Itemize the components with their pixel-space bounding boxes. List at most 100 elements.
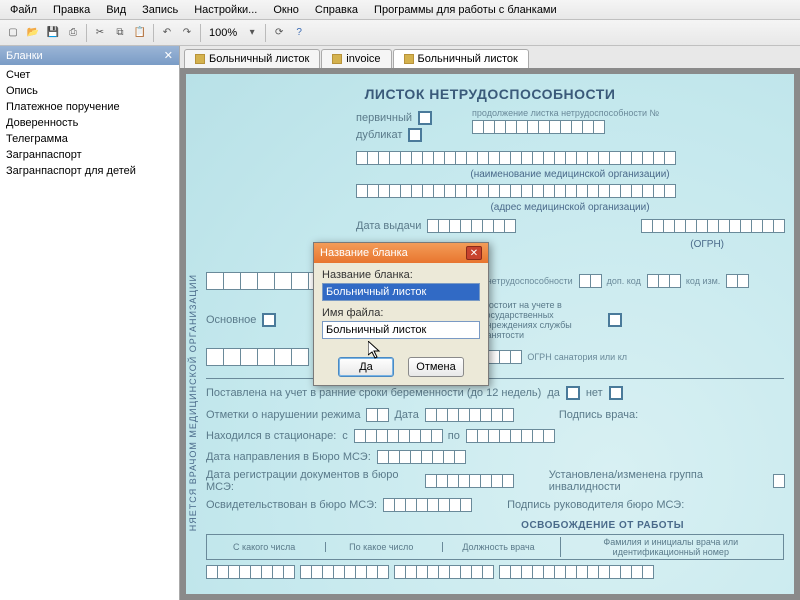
doc-icon	[195, 54, 205, 64]
field-reason[interactable]	[579, 274, 601, 288]
input-blank-name[interactable]	[322, 283, 480, 301]
menu-file[interactable]: Файл	[4, 2, 43, 17]
form-vertical-label: НЯЕТСЯ ВРАЧОМ МЕДИЦИНСКОЙ ОРГАНИЗАЦИИ	[188, 274, 198, 531]
field-release[interactable]	[499, 565, 653, 579]
form-title: ЛИСТОК НЕТРУДОСПОСОБНОСТИ	[196, 86, 784, 102]
field-addr[interactable]	[356, 184, 784, 198]
paste-icon[interactable]: 📋	[131, 24, 149, 42]
tab-label: Больничный листок	[418, 53, 518, 65]
field-date[interactable]	[427, 219, 515, 233]
field-row[interactable]	[206, 348, 308, 366]
section-release: ОСВОБОЖДЕНИЕ ОТ РАБОТЫ	[206, 520, 684, 531]
menu-programs[interactable]: Программы для работы с бланками	[368, 2, 563, 17]
sidebar-item[interactable]: Загранпаспорт для детей	[2, 163, 177, 179]
field-ogrn[interactable]	[641, 219, 784, 233]
help-icon[interactable]: ?	[290, 24, 308, 42]
label-date: Дата выдачи	[356, 220, 421, 232]
hint-addr: (адрес медицинской организации)	[356, 202, 784, 213]
menu-record[interactable]: Запись	[136, 2, 184, 17]
field-mse1[interactable]	[377, 450, 465, 464]
label-disability: Установлена/изменена группа инвалидности	[549, 469, 767, 493]
menu-settings[interactable]: Настройки...	[188, 2, 263, 17]
tabbar: Больничный листок invoice Больничный лис…	[180, 46, 800, 68]
col-header: С какого числа	[209, 542, 319, 552]
sidebar: Бланки ✕ Счет Опись Платежное поручение …	[0, 46, 180, 600]
sidebar-item[interactable]: Опись	[2, 83, 177, 99]
print-icon[interactable]: ⎙	[64, 24, 82, 42]
label-blank-name: Название бланка:	[322, 269, 480, 281]
field-cont-num[interactable]	[472, 120, 659, 134]
copy-icon[interactable]: ⧉	[111, 24, 129, 42]
field-release[interactable]	[300, 565, 388, 579]
input-file-name[interactable]	[322, 321, 480, 339]
sidebar-item[interactable]: Загранпаспорт	[2, 147, 177, 163]
field-release[interactable]	[394, 565, 493, 579]
field-dcode[interactable]	[647, 274, 680, 288]
label-mse1: Дата направления в Бюро МСЭ:	[206, 451, 371, 463]
cancel-button[interactable]: Отмена	[408, 357, 464, 377]
separator	[86, 24, 87, 42]
tab-label: invoice	[346, 53, 380, 65]
field-vdate[interactable]	[425, 408, 513, 422]
checkbox-primary[interactable]	[418, 111, 432, 125]
tab-label: Больничный листок	[209, 53, 309, 65]
sidebar-close-icon[interactable]: ✕	[164, 49, 173, 62]
content-area: Больничный листок invoice Больничный лис…	[180, 46, 800, 600]
menu-window[interactable]: Окно	[267, 2, 305, 17]
menu-help[interactable]: Справка	[309, 2, 364, 17]
redo-icon[interactable]: ↷	[178, 24, 196, 42]
save-icon[interactable]: 💾	[44, 24, 62, 42]
label-date2: Дата	[394, 409, 418, 421]
sidebar-list: Счет Опись Платежное поручение Доверенно…	[0, 65, 179, 600]
tab[interactable]: Больничный листок	[184, 49, 320, 68]
undo-icon[interactable]: ↶	[158, 24, 176, 42]
field-code2[interactable]	[726, 274, 748, 288]
zoom-dropdown-icon[interactable]: ▾	[243, 24, 261, 42]
open-icon[interactable]: 📂	[24, 24, 42, 42]
label-mse-sign: Подпись руководителя бюро МСЭ:	[507, 499, 684, 511]
dialog-close-icon[interactable]: ✕	[466, 246, 482, 260]
field-mse3[interactable]	[383, 498, 471, 512]
doc-icon	[332, 54, 342, 64]
field-mse2[interactable]	[425, 474, 513, 488]
menu-view[interactable]: Вид	[100, 2, 132, 17]
label-pregnancy: Поставлена на учет в ранние сроки береме…	[206, 387, 541, 399]
sidebar-item[interactable]: Платежное поручение	[2, 99, 177, 115]
field-org[interactable]	[356, 151, 784, 165]
dialog-titlebar[interactable]: Название бланка ✕	[314, 243, 488, 263]
refresh-icon[interactable]: ⟳	[270, 24, 288, 42]
field-to[interactable]	[466, 429, 554, 443]
label-mse3: Освидетельствован в бюро МСЭ:	[206, 499, 377, 511]
label-to: по	[448, 430, 460, 442]
separator	[153, 24, 154, 42]
checkbox-register[interactable]	[608, 313, 622, 327]
checkbox-no[interactable]	[609, 386, 623, 400]
ok-button[interactable]: Да	[338, 357, 394, 377]
form-canvas[interactable]: НЯЕТСЯ ВРАЧОМ МЕДИЦИНСКОЙ ОРГАНИЗАЦИИ ЛИ…	[186, 74, 794, 594]
cut-icon[interactable]: ✂	[91, 24, 109, 42]
doc-icon	[404, 54, 414, 64]
new-icon[interactable]: ▢	[4, 24, 22, 42]
checkbox-osn[interactable]	[262, 313, 276, 327]
field-dis[interactable]	[773, 474, 784, 488]
label-yes: да	[547, 387, 560, 399]
tab[interactable]: invoice	[321, 49, 391, 68]
form-paper: НЯЕТСЯ ВРАЧОМ МЕДИЦИНСКОЙ ОРГАНИЗАЦИИ ЛИ…	[186, 74, 794, 594]
field-from[interactable]	[354, 429, 442, 443]
checkbox-yes[interactable]	[566, 386, 580, 400]
toolbar: ▢ 📂 💾 ⎙ ✂ ⧉ 📋 ↶ ↷ 100% ▾ ⟳ ?	[0, 20, 800, 46]
zoom-level[interactable]: 100%	[205, 27, 241, 39]
field-release[interactable]	[206, 565, 294, 579]
label-hospital: Находился в стационаре:	[206, 430, 336, 442]
separator	[265, 24, 266, 42]
sidebar-item[interactable]: Счет	[2, 67, 177, 83]
label-from: с	[342, 430, 348, 442]
checkbox-duplicate[interactable]	[408, 128, 422, 142]
sidebar-item[interactable]: Телеграмма	[2, 131, 177, 147]
field-viol[interactable]	[366, 408, 388, 422]
dialog-title-text: Название бланка	[320, 247, 408, 259]
tab-active[interactable]: Больничный листок	[393, 49, 529, 68]
sidebar-item[interactable]: Доверенность	[2, 115, 177, 131]
document-area: НЯЕТСЯ ВРАЧОМ МЕДИЦИНСКОЙ ОРГАНИЗАЦИИ ЛИ…	[180, 68, 800, 600]
menu-edit[interactable]: Правка	[47, 2, 96, 17]
